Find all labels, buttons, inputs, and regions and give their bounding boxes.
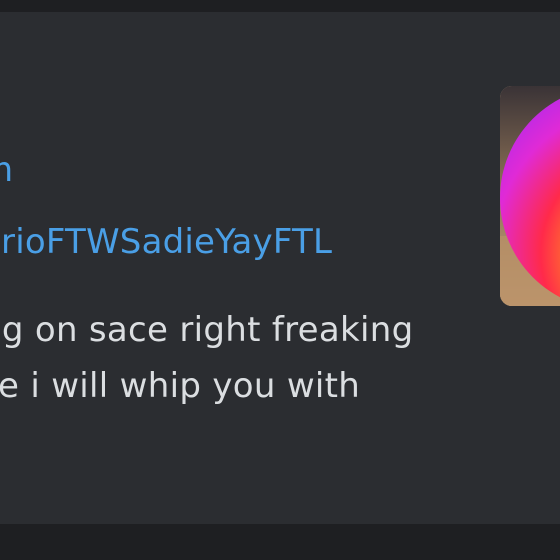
embed-card <box>0 12 560 524</box>
embed-author-line-1[interactable]: m <box>0 150 13 190</box>
embed-author-line-2[interactable]: arioFTWSadieYayFTL <box>0 222 332 262</box>
embed-thumbnail[interactable] <box>500 86 560 306</box>
message-divider <box>0 528 560 560</box>
instagram-gradient-icon <box>500 86 560 306</box>
embed-description-line-1: ng on sace right freaking <box>0 310 414 350</box>
screen: m arioFTWSadieYayFTL ng on sace right fr… <box>0 0 560 560</box>
embed-description-line-2: se i will whip you with <box>0 366 361 406</box>
